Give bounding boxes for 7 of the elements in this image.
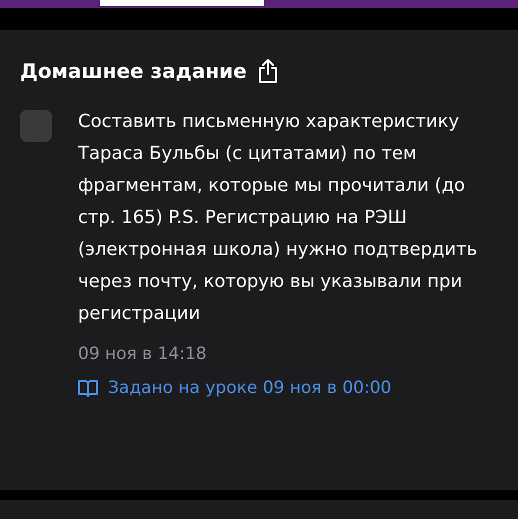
section-title: Домашнее задание [20,59,247,83]
book-icon [78,379,98,397]
task-text: Составить письменную характеристику Тараса Бульбы (с цитатами) по тем фрагментам, которые мы прочитали (до стр. 165) P.S. Регистрацию на РЭШ (электронная школа) нужно подтвердить через почту, которую вы указывали при регистрации [78,110,478,326]
checkbox[interactable] [20,110,52,142]
share-icon[interactable] [256,58,279,84]
task-date: 09 ноя в 14:18 [78,344,208,364]
lesson-link[interactable]: Задано на уроке 09 ноя в 00:00 [108,378,392,398]
